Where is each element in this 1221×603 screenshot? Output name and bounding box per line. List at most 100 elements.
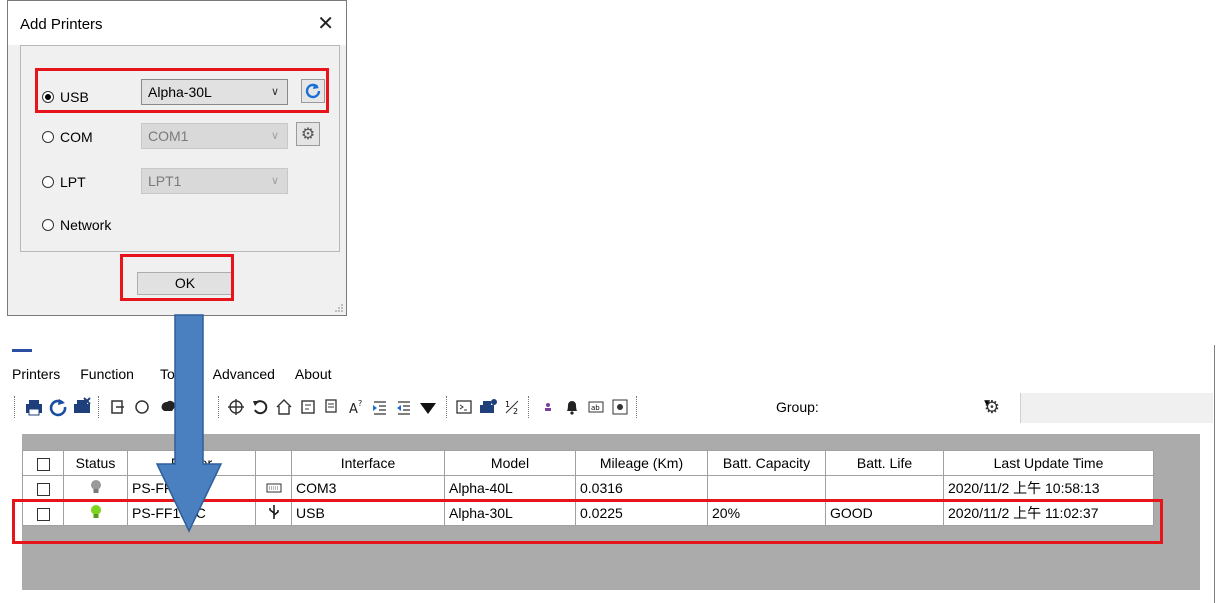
network-label: Network [60,217,112,233]
chevron-down-icon: ∨ [270,86,279,98]
header-batt-life[interactable]: Batt. Life [825,450,944,476]
config-icon[interactable] [608,395,632,419]
keyboard-icon [266,483,281,493]
interface-cell: USB [291,500,445,526]
status-cell [63,500,128,526]
svg-text:ab: ab [591,404,600,412]
undo-icon[interactable] [248,395,272,419]
header-status[interactable]: Status [63,450,128,476]
toolbar-separator [14,396,16,418]
toolbar-separator [528,396,530,418]
close-icon[interactable]: ✕ [317,11,334,36]
svg-text:2: 2 [513,407,518,416]
row-checkbox[interactable] [36,507,50,521]
resize-grip-icon[interactable] [334,303,344,313]
menu-about[interactable]: About [295,366,332,386]
menu-function[interactable]: Function [80,366,134,386]
usb-label: USB [60,89,89,105]
calibrate-icon[interactable] [130,395,154,419]
refresh-button[interactable] [301,79,325,103]
text-box-icon[interactable]: ab [584,395,608,419]
row-checkbox[interactable] [36,482,50,496]
window-border [1214,345,1215,603]
batt-capacity-cell: 20% [707,500,826,526]
row-select[interactable] [22,475,64,501]
com-settings-button[interactable]: ⚙ [296,122,320,146]
gear-icon: ⚙ [300,126,316,143]
chevron-down-icon: ∨ [270,130,279,142]
radio-button-network[interactable] [42,219,54,231]
last-update-cell: 2020/11/2 上午 10:58:13 [943,475,1154,501]
last-update-cell: 2020/11/2 上午 11:02:37 [943,500,1154,526]
home-icon[interactable] [272,395,296,419]
network-radio[interactable]: Network [42,213,111,237]
mileage-cell: 0.0225 [575,500,708,526]
radio-button-com[interactable] [42,131,54,143]
header-batt-capacity[interactable]: Batt. Capacity [707,450,826,476]
batt-life-cell [825,475,944,501]
lpt-port-select[interactable]: LPT1 ∨ [141,168,288,194]
add-printer-icon[interactable] [22,395,46,419]
dialog-title: Add Printers [20,16,103,33]
batt-life-cell: GOOD [825,500,944,526]
app-logo [12,349,32,352]
svg-text:A: A [349,402,358,416]
list-icon[interactable] [320,395,344,419]
model-cell: Alpha-30L [444,500,576,526]
remove-printer-icon[interactable] [70,395,94,419]
group-select[interactable]: ▼ [824,396,994,418]
lpt-radio[interactable]: LPT [42,170,86,194]
menu-printers[interactable]: Printers [12,366,60,386]
bell-icon[interactable] [560,395,584,419]
lpt-label: LPT [60,174,86,190]
toolbar-separator [446,396,448,418]
printer-settings-icon[interactable] [476,395,500,419]
radio-button-usb[interactable] [42,91,54,103]
gear-icon[interactable]: ⚙ [980,395,1004,419]
bulb-on-icon [90,504,101,518]
font-size-icon[interactable]: A? [344,395,368,419]
toolbar-separator [98,396,100,418]
feed-icon[interactable] [106,395,130,419]
header-select-all[interactable] [22,450,64,476]
interface-icon-cell [255,475,292,501]
ratio-icon[interactable]: 12 [500,395,524,419]
select-all-checkbox[interactable] [36,457,50,471]
header-interface[interactable]: Interface [291,450,445,476]
interface-icon-cell [255,500,292,526]
crosshair-icon[interactable] [224,395,248,419]
usb-radio[interactable]: USB [42,85,89,109]
row-select[interactable] [22,500,64,526]
mileage-cell: 0.0316 [575,475,708,501]
batt-capacity-cell [707,475,826,501]
chevron-down-icon: ∨ [270,175,279,187]
indent-icon[interactable] [368,395,392,419]
user-icon[interactable] [536,395,560,419]
usb-model-select[interactable]: Alpha-30L ∨ [141,79,288,105]
refresh-icon[interactable] [46,395,70,419]
down-arrow-annotation [155,314,223,533]
header-interface-icon[interactable] [255,450,292,476]
com-label: COM [60,129,93,145]
ok-button[interactable]: OK [137,272,233,295]
add-printers-dialog: Add Printers ✕ USB Alpha-30L ∨ COM COM1 … [7,0,347,316]
wifi-icon[interactable] [416,395,440,419]
radio-button-lpt[interactable] [42,176,54,188]
com-radio[interactable]: COM [42,125,93,149]
toolbar-separator [636,396,638,418]
outdent-icon[interactable] [392,395,416,419]
header-model[interactable]: Model [444,450,576,476]
group-label: Group: [776,399,819,415]
toolbar-empty-area [1020,393,1213,423]
terminal-icon[interactable] [452,395,476,419]
dialog-titlebar[interactable]: Add Printers ✕ [8,1,346,45]
com-port-select[interactable]: COM1 ∨ [141,123,288,149]
label-icon[interactable] [296,395,320,419]
status-cell [63,475,128,501]
usb-model-value: Alpha-30L [148,84,212,100]
com-port-value: COM1 [148,128,189,144]
lpt-port-value: LPT1 [148,173,182,189]
header-last-update[interactable]: Last Update Time [943,450,1154,476]
header-mileage[interactable]: Mileage (Km) [575,450,708,476]
svg-text:1: 1 [505,400,510,409]
